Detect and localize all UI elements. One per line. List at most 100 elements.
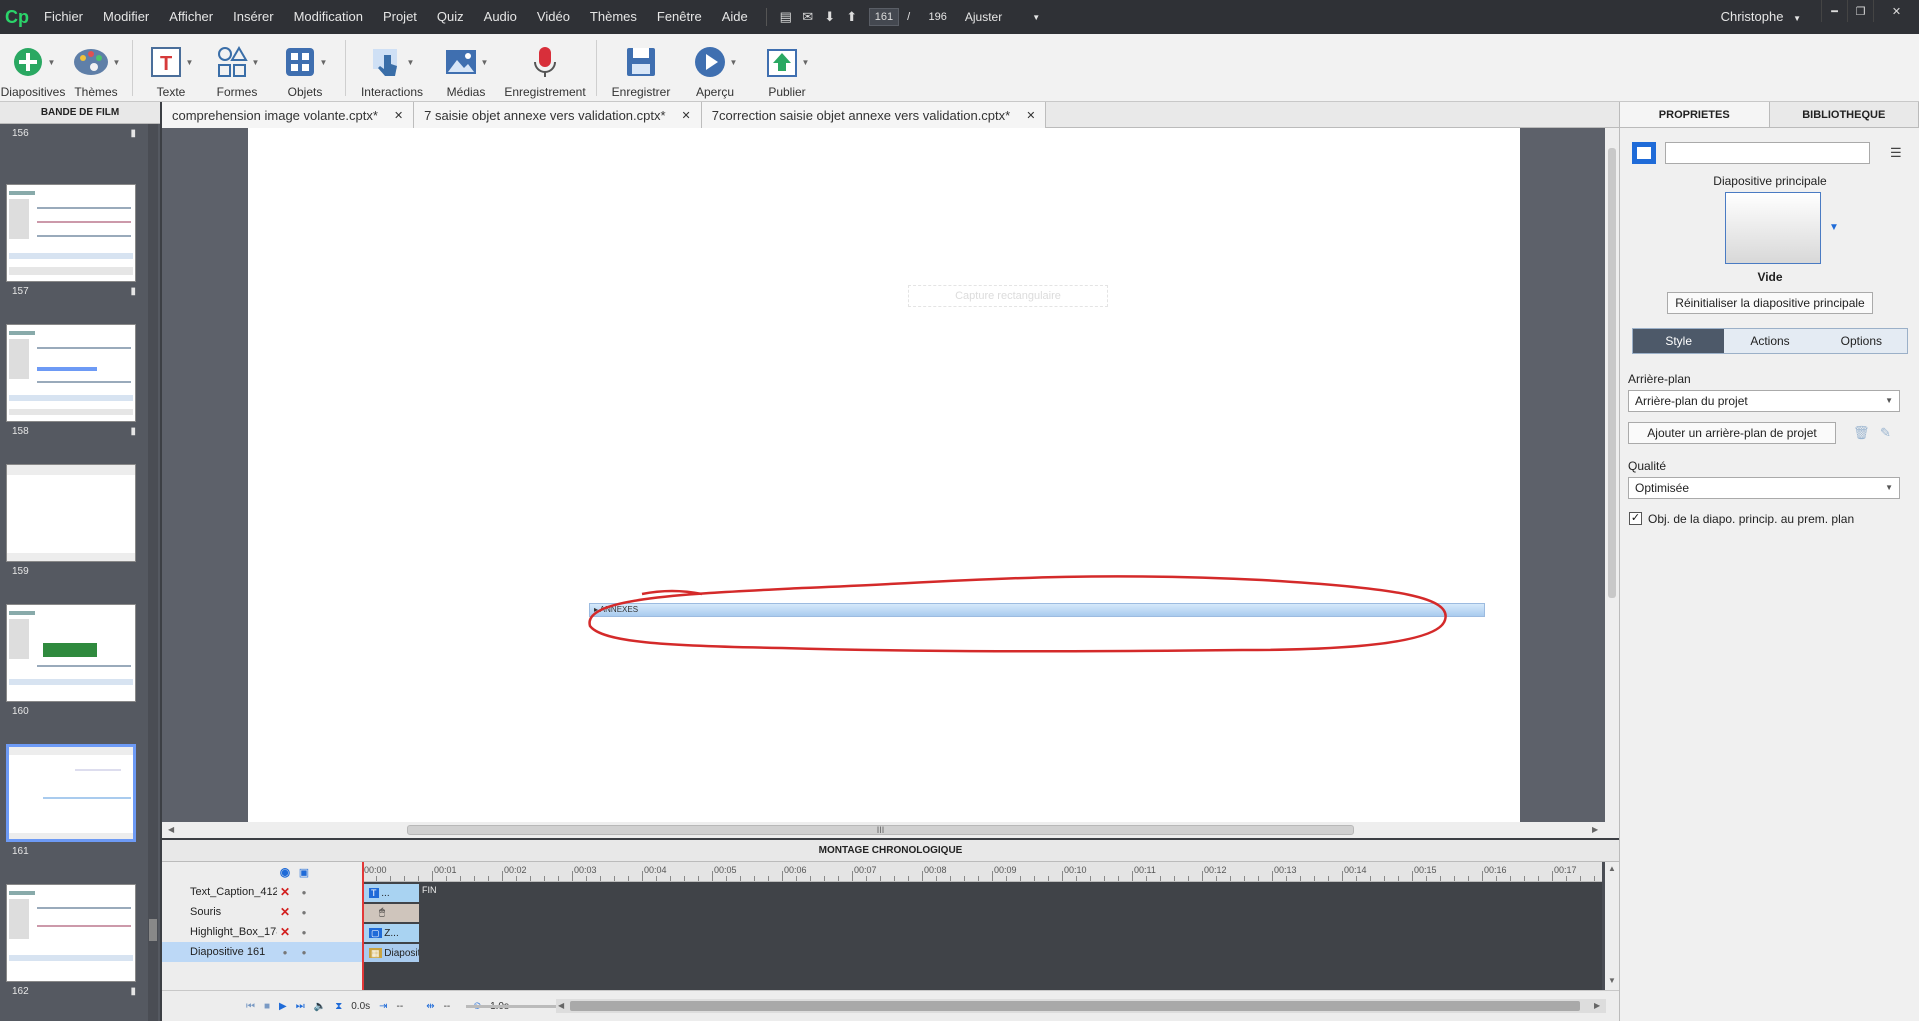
scrollbar-thumb[interactable]: III — [407, 825, 1354, 835]
menu-modifier[interactable]: Modifier — [93, 0, 159, 34]
lock-dot-icon[interactable]: ● — [293, 888, 315, 897]
menu-fenetre[interactable]: Fenêtre — [647, 0, 712, 34]
filmstrip-slide[interactable]: 160 — [6, 604, 138, 720]
scrollbar-thumb[interactable] — [1608, 148, 1616, 598]
timeline-row[interactable]: Souris ✕ ● — [162, 902, 362, 922]
menu-modification[interactable]: Modification — [284, 0, 373, 34]
user-menu[interactable]: Christophe ▼ — [1721, 0, 1801, 36]
tool-shapes[interactable]: ▼ Formes — [203, 34, 271, 102]
timeline-row-selected[interactable]: Diapositive 161 ● ● — [162, 942, 362, 962]
mail-icon[interactable]: ✉ — [797, 0, 819, 34]
close-icon[interactable]: ✕ — [394, 109, 403, 122]
arrow-right-icon[interactable]: ▶ — [1594, 1001, 1600, 1010]
stage-vertical-scrollbar[interactable] — [1605, 128, 1619, 822]
tool-text[interactable]: T ▼ Texte — [139, 34, 203, 102]
background-select[interactable]: Arrière-plan du projet ▼ — [1628, 390, 1900, 412]
hidden-x-icon[interactable]: ✕ — [277, 885, 293, 899]
tool-preview[interactable]: ▼ Aperçu — [679, 34, 751, 102]
arrow-down-icon[interactable]: ▼ — [1608, 976, 1616, 985]
filmstrip-slide[interactable]: 162 ▮ — [6, 884, 138, 1000]
pencil-icon[interactable]: ✎ — [1880, 425, 1891, 441]
timeline-row[interactable]: Highlight_Box_178 ✕ ● — [162, 922, 362, 942]
tab-document-2[interactable]: 7 saisie objet annexe vers validation.cp… — [414, 102, 702, 128]
visibility-dot-icon[interactable]: ● — [277, 948, 293, 957]
add-project-background-button[interactable]: Ajouter un arrière-plan de projet — [1628, 422, 1836, 444]
tool-publish[interactable]: ▼ Publier — [751, 34, 823, 102]
timeline-clip-mouse[interactable]: 🖱 — [363, 904, 419, 922]
master-slide-thumbnail[interactable] — [1725, 192, 1821, 264]
menu-video[interactable]: Vidéo — [527, 0, 580, 34]
segment-style[interactable]: Style — [1633, 329, 1725, 353]
filmstrip-slide[interactable]: 158 ▮ — [6, 324, 138, 440]
filmstrip-slide[interactable]: 156 ▮ — [6, 124, 138, 142]
go-start-icon[interactable]: ⏮ — [246, 1001, 255, 1012]
tool-themes[interactable]: ▼ Thèmes — [66, 34, 126, 102]
speaker-icon[interactable]: 🔈 — [314, 1001, 326, 1012]
timeline-clip-highlight[interactable]: ▢ Z... — [363, 924, 419, 942]
timeline-ruler[interactable]: 00:00 00:01 00:02 00:03 00:04 00:05 00:06 00:07… — [362, 862, 1609, 882]
arrow-right-icon[interactable]: ▶ — [1592, 825, 1598, 834]
trash-icon[interactable]: 🗑 — [1853, 425, 1870, 441]
segment-options[interactable]: Options — [1816, 329, 1907, 353]
menu-afficher[interactable]: Afficher — [159, 0, 223, 34]
current-slide-field[interactable]: 161 — [868, 8, 900, 26]
filmstrip-scrollbar[interactable] — [148, 124, 158, 1021]
tool-interactions[interactable]: ▼ Interactions — [352, 34, 432, 102]
close-icon[interactable]: ✕ — [1026, 109, 1035, 122]
tab-properties[interactable]: PROPRIETES — [1620, 102, 1770, 128]
hidden-x-icon[interactable]: ✕ — [277, 925, 293, 939]
object-name-input[interactable] — [1665, 142, 1870, 164]
restore-icon[interactable]: ❐ — [1847, 0, 1873, 22]
panel-menu-icon[interactable]: ☰ — [1890, 145, 1902, 161]
scrollbar-thumb[interactable] — [570, 1001, 1580, 1011]
filmstrip-slide[interactable]: 157 ▮ — [6, 184, 138, 300]
master-objects-checkbox[interactable]: ✓ — [1629, 512, 1642, 525]
tool-save[interactable]: Enregistrer — [603, 34, 679, 102]
minimize-icon[interactable]: ━ — [1821, 0, 1847, 22]
tool-objects[interactable]: ▼ Objets — [271, 34, 339, 102]
menu-quiz[interactable]: Quiz — [427, 0, 474, 34]
arrow-up-icon[interactable]: ⬆ — [841, 0, 863, 34]
tab-library[interactable]: BIBLIOTHEQUE — [1769, 102, 1919, 128]
quality-select[interactable]: Optimisée ▼ — [1628, 477, 1900, 499]
arrow-left-icon[interactable]: ◀ — [558, 1001, 564, 1010]
timeline-horizontal-scrollbar[interactable]: ◀ ▶ — [556, 999, 1606, 1013]
tool-slides[interactable]: ▼ Diapositives — [0, 34, 66, 102]
lock-dot-icon[interactable]: ● — [293, 908, 315, 917]
stage-horizontal-scrollbar[interactable]: ◀ III ▶ — [162, 822, 1619, 838]
chevron-down-icon[interactable]: ▼ — [1829, 222, 1839, 233]
play-icon[interactable]: ▶ — [279, 1001, 287, 1012]
hidden-x-icon[interactable]: ✕ — [277, 905, 293, 919]
lock-icon[interactable]: ▣ — [293, 866, 315, 879]
menu-inserer[interactable]: Insérer — [223, 0, 283, 34]
stop-icon[interactable]: ■ — [264, 1001, 270, 1012]
tab-document-3[interactable]: 7correction saisie objet annexe vers val… — [701, 102, 1047, 128]
arrow-down-icon[interactable]: ⬇ — [819, 0, 841, 34]
filmstrip-slide[interactable]: 159 — [6, 464, 138, 580]
segment-actions[interactable]: Actions — [1724, 329, 1815, 353]
reset-master-button[interactable]: Réinitialiser la diapositive principale — [1667, 292, 1873, 314]
menu-fichier[interactable]: Fichier — [34, 0, 93, 34]
eye-icon[interactable]: ◉ — [277, 865, 293, 879]
timeline-playhead[interactable] — [362, 862, 364, 990]
go-end-icon[interactable]: ⏭ — [296, 1001, 305, 1012]
scrollbar-thumb[interactable] — [149, 919, 157, 941]
lock-dot-icon[interactable]: ● — [293, 948, 315, 957]
close-icon[interactable]: ✕ — [682, 109, 691, 122]
zoom-dropdown[interactable]: Ajuster ▼ — [965, 10, 1040, 24]
arrow-left-icon[interactable]: ◀ — [168, 825, 174, 834]
menu-themes[interactable]: Thèmes — [580, 0, 647, 34]
menu-audio[interactable]: Audio — [474, 0, 527, 34]
close-icon[interactable]: ✕ — [1873, 0, 1919, 22]
filmstrip-slide-selected[interactable]: 161 — [6, 744, 138, 860]
tool-media[interactable]: ▼ Médias — [432, 34, 500, 102]
tool-recording[interactable]: Enregistrement — [500, 34, 590, 102]
lock-dot-icon[interactable]: ● — [293, 928, 315, 937]
timeline-row[interactable]: Text_Caption_412 ✕ ● — [162, 882, 362, 902]
timeline-vertical-scrollbar[interactable]: ▲ ▼ — [1605, 862, 1619, 990]
timeline-clip-caption[interactable]: T ... — [363, 884, 419, 902]
tab-document-1[interactable]: comprehension image volante.cptx* ✕ — [162, 102, 415, 128]
menu-projet[interactable]: Projet — [373, 0, 427, 34]
menu-aide[interactable]: Aide — [712, 0, 758, 34]
timeline-clip-slide[interactable]: ▦ Diaposit... — [363, 944, 419, 962]
